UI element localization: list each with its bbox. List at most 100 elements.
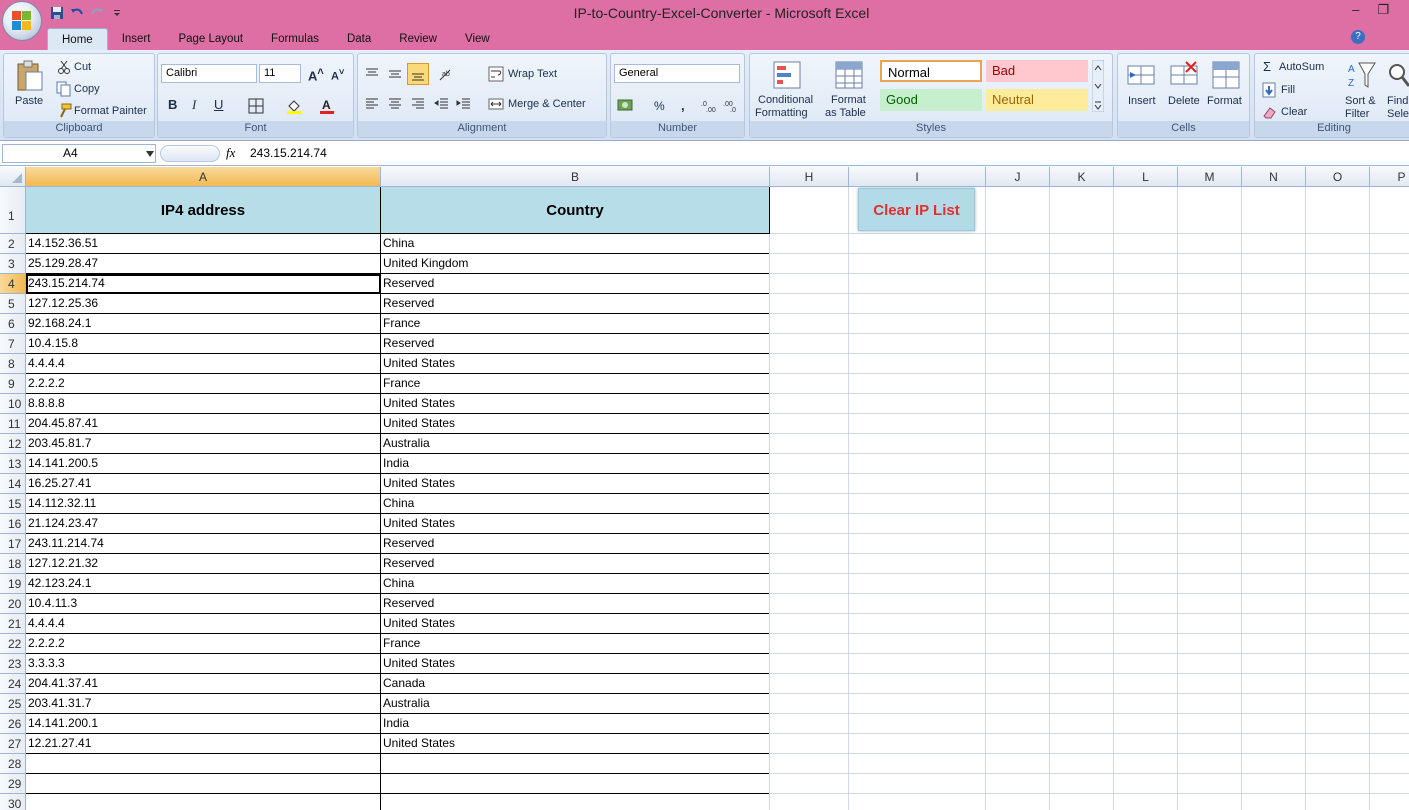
fill-color-icon[interactable] [286,98,302,114]
row-header[interactable]: 26 [0,714,26,734]
row-header[interactable]: 28 [0,754,26,774]
restore-icon[interactable]: ❐ [1377,2,1389,18]
tab-formulas[interactable]: Formulas [257,28,333,50]
cell-country[interactable]: China [381,234,770,254]
cell-ip-address[interactable]: 16.25.27.41 [26,474,381,494]
tab-data[interactable]: Data [333,28,385,50]
cell-country[interactable]: United States [381,394,770,414]
format-painter-button[interactable]: Format Painter [74,105,147,117]
row-header[interactable]: 10 [0,394,26,414]
styles-scroll-icon[interactable] [1092,60,1104,112]
align-bottom-icon[interactable] [410,66,426,82]
cell-country[interactable]: Reserved [381,274,770,294]
row-header[interactable]: 3 [0,254,26,274]
tab-view[interactable]: View [451,28,504,50]
clear-button[interactable]: Clear [1281,106,1307,118]
cell-country[interactable]: Reserved [381,554,770,574]
format-as-table-line1[interactable]: Format [831,94,866,106]
cell-ip-address[interactable]: 14.141.200.1 [26,714,381,734]
tab-insert[interactable]: Insert [108,28,165,50]
sort-filter-line2[interactable]: Filter [1345,108,1369,120]
cell-ip-address[interactable]: 203.41.31.7 [26,694,381,714]
sort-filter-line1[interactable]: Sort & [1345,95,1376,107]
row-header[interactable]: 23 [0,654,26,674]
row-header[interactable]: 29 [0,774,26,794]
italic-button[interactable]: I [192,97,196,113]
cell-country[interactable]: France [381,314,770,334]
format-as-table-line2[interactable]: as Table [825,107,866,119]
cell-country[interactable]: United Kingdom [381,254,770,274]
cell-ip-address[interactable]: 127.12.25.36 [26,294,381,314]
tab-review[interactable]: Review [385,28,451,50]
cell-ip-address[interactable]: 204.41.37.41 [26,674,381,694]
cell-ip-address[interactable] [26,794,381,810]
grow-font-icon[interactable]: A˄ [308,66,324,83]
delete-cells-button[interactable]: Delete [1168,95,1200,107]
cell-ip-address[interactable]: 21.124.23.47 [26,514,381,534]
fill-button[interactable]: Fill [1281,84,1295,96]
underline-button[interactable]: U [214,97,223,112]
cell-ip-address[interactable]: 3.3.3.3 [26,654,381,674]
cell-country[interactable]: United States [381,474,770,494]
tab-page-layout[interactable]: Page Layout [164,28,257,50]
cell-country[interactable]: France [381,374,770,394]
row-header[interactable]: 12 [0,434,26,454]
row-header[interactable]: 11 [0,414,26,434]
column-header-o[interactable]: O [1306,167,1370,187]
cell-ip-address[interactable]: 2.2.2.2 [26,634,381,654]
formula-input[interactable]: 243.15.214.74 [250,146,327,160]
cell-ip-address[interactable]: 8.8.8.8 [26,394,381,414]
conditional-formatting-line1[interactable]: Conditional [758,94,813,106]
cell-ip-address[interactable] [26,774,381,794]
row-header[interactable]: 24 [0,674,26,694]
cell-ip-address[interactable]: 127.12.21.32 [26,554,381,574]
align-middle-icon[interactable] [387,66,403,82]
cell-country[interactable]: United States [381,734,770,754]
cell-country[interactable] [381,794,770,810]
cell-ip-address[interactable]: 243.15.214.74 [26,274,381,294]
copy-button[interactable]: Copy [74,83,100,95]
style-neutral[interactable]: Neutral [986,89,1088,111]
cell-country[interactable]: Australia [381,694,770,714]
cell-ip-address[interactable] [26,754,381,774]
accounting-format-icon[interactable] [617,97,633,113]
row-header[interactable]: 5 [0,294,26,314]
column-header-h[interactable]: H [770,167,849,187]
cell-country[interactable]: France [381,634,770,654]
cut-button[interactable]: Cut [74,61,91,73]
column-header-k[interactable]: K [1050,167,1114,187]
style-bad[interactable]: Bad [986,60,1088,82]
cell-country[interactable]: Canada [381,674,770,694]
merge-center-button[interactable]: Merge & Center [508,98,586,110]
row-header[interactable]: 9 [0,374,26,394]
row-header[interactable]: 21 [0,614,26,634]
font-size-select[interactable]: 11 [259,64,301,83]
increase-decimal-icon[interactable]: .0.00 [701,97,717,113]
cell-ip-address[interactable]: 12.21.27.41 [26,734,381,754]
paste-button[interactable]: Paste [15,95,43,107]
autosum-button[interactable]: AutoSum [1279,61,1324,73]
comma-button[interactable]: , [681,98,685,113]
row-header[interactable]: 20 [0,594,26,614]
cell-country[interactable]: United States [381,414,770,434]
borders-icon[interactable] [248,98,264,114]
select-all-corner[interactable] [0,167,26,187]
cell-ip-address[interactable]: 2.2.2.2 [26,374,381,394]
cell-ip-address[interactable]: 10.4.11.3 [26,594,381,614]
column-header-p[interactable]: P [1370,167,1409,187]
cell-ip-address[interactable]: 10.4.15.8 [26,334,381,354]
bold-button[interactable]: B [168,97,177,112]
align-left-icon[interactable] [364,96,380,112]
row-header[interactable]: 4 [0,274,26,294]
cell-ip-address[interactable]: 42.123.24.1 [26,574,381,594]
row-header[interactable]: 30 [0,794,26,810]
header-ip4-address[interactable]: IP4 address [26,187,381,234]
decrease-indent-icon[interactable] [434,96,450,112]
column-header-n[interactable]: N [1242,167,1306,187]
shrink-font-icon[interactable]: A˅ [331,67,344,83]
cell-ip-address[interactable]: 4.4.4.4 [26,614,381,634]
row-header[interactable]: 25 [0,694,26,714]
row-header[interactable]: 16 [0,514,26,534]
header-country[interactable]: Country [381,187,770,234]
increase-indent-icon[interactable] [456,96,472,112]
